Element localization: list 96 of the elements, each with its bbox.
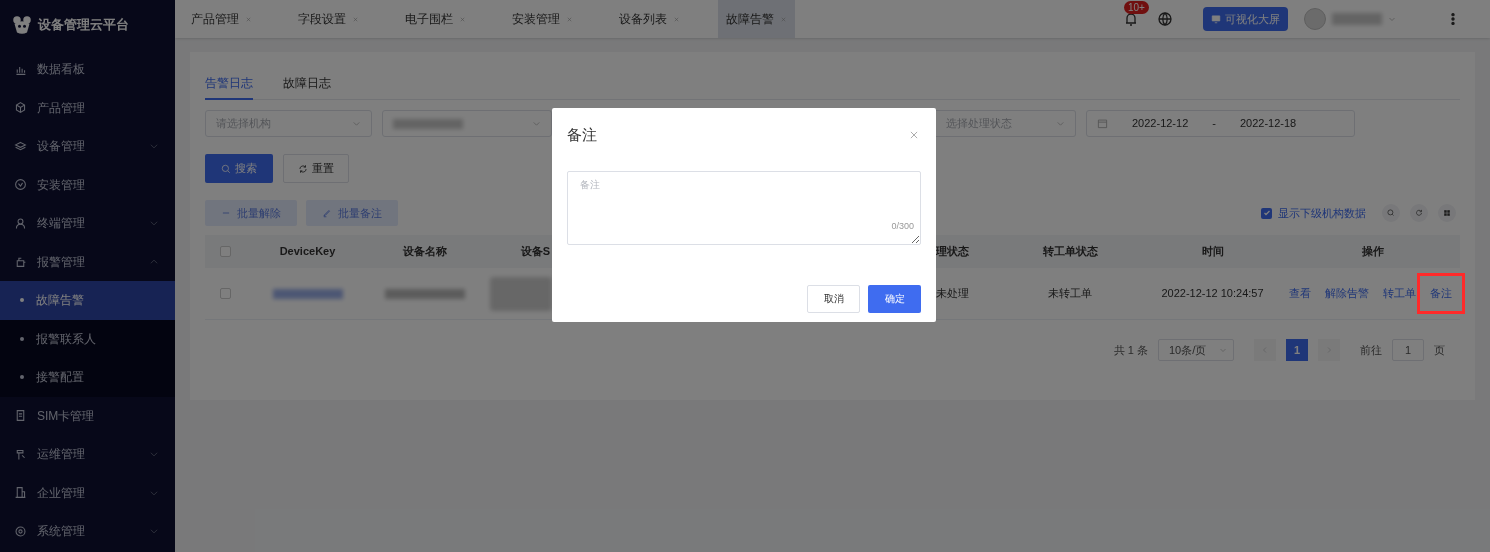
grid-button[interactable] bbox=[1438, 204, 1456, 222]
nav-tab[interactable]: 安装管理 bbox=[504, 0, 581, 38]
table-cell-text: 未转工单 bbox=[1048, 286, 1092, 302]
goto-label: 前往 bbox=[1360, 342, 1382, 358]
checkbox[interactable] bbox=[219, 246, 231, 257]
user-icon bbox=[14, 216, 27, 230]
redacted-block bbox=[1332, 13, 1382, 25]
char-counter: 0/300 bbox=[891, 220, 914, 233]
close-icon bbox=[459, 15, 466, 23]
start-date: 2022-12-12 bbox=[1132, 116, 1189, 132]
checkbox-label: 显示下级机构数据 bbox=[1278, 205, 1366, 221]
sub-tab[interactable]: 故障日志 bbox=[283, 74, 331, 100]
redacted-block bbox=[393, 118, 463, 129]
close-icon bbox=[780, 15, 787, 23]
page-button[interactable]: 1 bbox=[1286, 339, 1308, 361]
sidebar-item[interactable]: 报警管理 bbox=[0, 242, 175, 281]
close-icon bbox=[352, 15, 359, 23]
wrench-icon bbox=[14, 447, 27, 461]
refresh-icon bbox=[298, 163, 308, 174]
action-link[interactable]: 查看 bbox=[1288, 285, 1311, 302]
action-link[interactable]: 解除告警 bbox=[1324, 285, 1369, 302]
sub-tab[interactable]: 告警日志 bbox=[205, 74, 253, 100]
pencil-icon bbox=[322, 208, 332, 218]
sidebar-item[interactable]: 运维管理 bbox=[0, 435, 175, 474]
column-header: DeviceKey bbox=[279, 244, 336, 260]
total-count: 共 1 条 bbox=[1113, 342, 1148, 358]
page-size-select[interactable]: 10条/页 bbox=[1158, 339, 1234, 361]
sidebar-subitem[interactable]: 故障告警 bbox=[0, 281, 175, 320]
search-button[interactable] bbox=[1382, 204, 1400, 222]
cube-icon bbox=[14, 101, 27, 115]
nav-tab[interactable]: 设备列表 bbox=[611, 0, 688, 38]
action-link[interactable]: 转工单 bbox=[1382, 285, 1416, 302]
sidebar-subitem[interactable]: 接警配置 bbox=[0, 358, 175, 397]
redacted-block bbox=[490, 276, 552, 311]
nav-tab[interactable]: 电子围栏 bbox=[397, 0, 474, 38]
search-button[interactable]: 搜索 bbox=[205, 154, 273, 183]
bullet-icon bbox=[20, 336, 24, 341]
close-button[interactable] bbox=[909, 130, 919, 141]
column-header: 转工单状态 bbox=[1042, 244, 1098, 260]
monitor-icon bbox=[1211, 14, 1221, 24]
avatar[interactable] bbox=[1304, 8, 1326, 30]
notification-badge: 10+ bbox=[1124, 1, 1149, 14]
column-header: 时间 bbox=[1201, 244, 1224, 260]
bullet-icon bbox=[20, 375, 24, 380]
sim-card-icon bbox=[14, 409, 27, 423]
cancel-button[interactable]: 取消 bbox=[807, 284, 860, 313]
sidebar-item[interactable]: 设备管理 bbox=[0, 127, 175, 166]
page-suffix: 页 bbox=[1434, 342, 1445, 358]
close-icon bbox=[566, 15, 573, 23]
search-icon bbox=[221, 163, 231, 174]
nav-tab[interactable]: 故障告警 bbox=[718, 0, 795, 38]
reset-button[interactable]: 重置 bbox=[283, 154, 349, 183]
settings-icon bbox=[14, 524, 27, 538]
check-circle-icon bbox=[14, 178, 27, 192]
close-icon bbox=[909, 130, 919, 141]
search-icon bbox=[1386, 208, 1396, 218]
checkbox[interactable] bbox=[1261, 207, 1272, 219]
alarm-icon bbox=[14, 255, 27, 269]
column-header: 设备名称 bbox=[403, 244, 447, 260]
refresh-button[interactable] bbox=[1410, 204, 1428, 222]
app-title: 设备管理云平台 bbox=[38, 16, 129, 35]
nav-tab[interactable]: 字段设置 bbox=[290, 0, 367, 38]
column-header: 理状态 bbox=[936, 244, 969, 260]
screen-button[interactable]: 可视化大屏 bbox=[1203, 7, 1288, 31]
column-header: 设备S bbox=[520, 244, 550, 260]
refresh-icon bbox=[1414, 208, 1424, 218]
modal-title: 备注 bbox=[567, 125, 597, 145]
range-separator: - bbox=[1212, 116, 1216, 132]
table-cell-text: 未处理 bbox=[936, 286, 969, 302]
grid-icon bbox=[1442, 208, 1452, 218]
sidebar-item[interactable]: 系统管理 bbox=[0, 512, 175, 551]
nav-tab[interactable]: 产品管理 bbox=[183, 0, 260, 38]
bullet-icon bbox=[20, 298, 24, 303]
close-icon bbox=[673, 15, 680, 23]
checkbox[interactable] bbox=[219, 288, 231, 299]
layers-icon bbox=[14, 139, 27, 153]
sidebar-item[interactable]: 企业管理 bbox=[0, 473, 175, 512]
sidebar-item[interactable]: 数据看板 bbox=[0, 50, 175, 89]
close-icon bbox=[245, 15, 252, 23]
bell-icon bbox=[1123, 11, 1139, 27]
globe-icon bbox=[1157, 11, 1173, 27]
table-cell-text: 2022-12-12 10:24:57 bbox=[1161, 286, 1264, 302]
redacted-block bbox=[272, 288, 343, 299]
date-range-field[interactable]: 2022-12-12 - 2022-12-18 bbox=[1086, 110, 1355, 137]
column-header: 操作 bbox=[1361, 244, 1384, 260]
page-input[interactable]: 1 bbox=[1392, 339, 1424, 361]
device-select[interactable] bbox=[382, 110, 552, 137]
end-date: 2022-12-18 bbox=[1239, 116, 1297, 132]
building-icon bbox=[14, 486, 27, 500]
bear-logo-icon bbox=[12, 15, 32, 35]
calendar-icon bbox=[1097, 118, 1108, 129]
confirm-button[interactable]: 确定 bbox=[868, 284, 921, 313]
sidebar-item[interactable]: 安装管理 bbox=[0, 165, 175, 204]
action-link[interactable]: 备注 bbox=[1416, 273, 1465, 314]
sidebar-item[interactable]: 终端管理 bbox=[0, 204, 175, 243]
sidebar-item[interactable]: 产品管理 bbox=[0, 88, 175, 127]
